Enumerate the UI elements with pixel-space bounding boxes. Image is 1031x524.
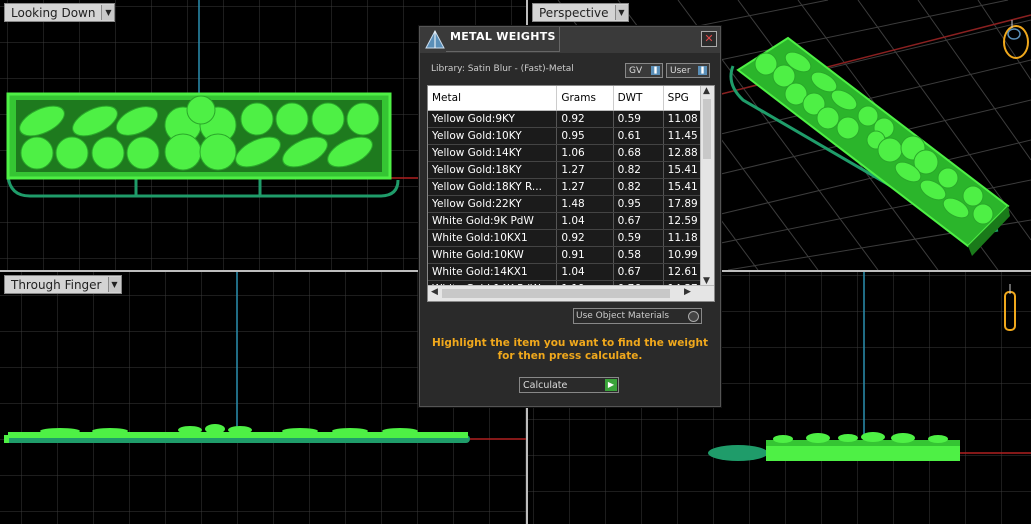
dialog-titlebar[interactable]: METAL WEIGHTS ✕ [420, 27, 720, 53]
view-label: Through Finger [11, 277, 102, 292]
table-row[interactable]: Yellow Gold:18KY R... 1.27 0.82 15.41 [428, 178, 714, 196]
dwt-cell: 0.67 [613, 212, 664, 230]
grams-cell: 1.27 [556, 178, 614, 196]
table-row[interactable]: Yellow Gold:18KY 1.27 0.82 15.41 [428, 161, 714, 179]
grams-cell: 1.48 [556, 195, 614, 213]
grams-cell: 0.95 [556, 127, 614, 145]
table-row[interactable]: Yellow Gold:14KY 1.06 0.68 12.88 [428, 144, 714, 162]
grams-cell: 1.06 [556, 144, 614, 162]
chevron-down-icon[interactable]: ▼ [107, 277, 121, 292]
view-dropdown-through-finger[interactable]: Through Finger ▼ [4, 275, 122, 294]
grams-cell: 0.92 [556, 110, 614, 128]
dwt-cell: 0.67 [613, 263, 664, 281]
metal-table[interactable]: Metal Grams DWT SPG Yellow Gold:9KY 0.92 0… [427, 85, 715, 302]
metal-cell: White Gold:10KX1 [428, 229, 558, 247]
metal-cell: Yellow Gold:22KY [428, 195, 558, 213]
dwt-cell: 0.68 [613, 144, 664, 162]
scroll-right-icon[interactable]: ▶ [684, 287, 691, 297]
scroll-thumb[interactable] [703, 99, 711, 159]
table-row[interactable]: Yellow Gold:22KY 1.48 0.95 17.89 [428, 195, 714, 213]
scroll-left-icon[interactable]: ◀ [431, 287, 438, 297]
table-row[interactable]: White Gold:10KX1 0.92 0.59 11.18 [428, 229, 714, 247]
use-object-materials-toggle[interactable]: Use Object Materials [573, 308, 702, 324]
dwt-cell: 0.82 [613, 178, 664, 196]
dwt-cell: 0.61 [613, 127, 664, 145]
column-header-metal[interactable]: Metal [428, 86, 558, 111]
metal-cell: White Gold:14KX1 [428, 263, 558, 281]
scroll-thumb[interactable] [442, 289, 670, 298]
vertical-scrollbar[interactable]: ▲ ▼ [700, 86, 714, 286]
dwt-cell: 0.95 [613, 195, 664, 213]
library-label: Library: Satin Blur - (Fast)-Metal [431, 64, 574, 74]
dialog-title: METAL WEIGHTS [450, 30, 556, 43]
metal-cell: Yellow Gold:18KY R... [428, 178, 558, 196]
grams-cell: 0.91 [556, 246, 614, 264]
toggle-icon: ❚ [698, 66, 707, 75]
radio-icon [688, 311, 699, 322]
gv-label: GV [629, 65, 643, 76]
gv-toggle[interactable]: GV ❚ [625, 63, 663, 78]
scroll-up-icon[interactable]: ▲ [703, 86, 710, 96]
metal-cell: Yellow Gold:9KY [428, 110, 558, 128]
close-button[interactable]: ✕ [701, 31, 717, 47]
view-dropdown-looking-down[interactable]: Looking Down ▼ [4, 3, 116, 22]
metal-cell: Yellow Gold:14KY [428, 144, 558, 162]
grams-cell: 1.27 [556, 161, 614, 179]
grams-cell: 0.92 [556, 229, 614, 247]
hint-text: Highlight the item you want to find the … [432, 337, 708, 362]
view-label: Looking Down [11, 5, 96, 20]
table-header-row: Metal Grams DWT SPG [428, 86, 714, 111]
metal-cell: White Gold:9K PdW [428, 212, 558, 230]
close-icon: ✕ [704, 32, 714, 45]
metal-weights-dialog: METAL WEIGHTS ✕ Library: Satin Blur - (F… [419, 26, 721, 407]
chevron-down-icon[interactable]: ▼ [101, 5, 115, 20]
calculate-label: Calculate [523, 379, 568, 391]
table-row[interactable]: Yellow Gold:10KY 0.95 0.61 11.45 [428, 127, 714, 145]
table-row[interactable]: White Gold:10KW 0.91 0.58 10.99 [428, 246, 714, 264]
chevron-down-icon[interactable]: ▼ [614, 5, 628, 20]
metal-cell: Yellow Gold:18KY [428, 161, 558, 179]
column-header-dwt[interactable]: DWT [613, 86, 664, 111]
toggle-icon: ❚ [651, 66, 660, 75]
user-label: User [670, 65, 691, 76]
metal-cell: White Gold:10KW [428, 246, 558, 264]
app-logo-icon [425, 29, 445, 49]
table-row[interactable]: Yellow Gold:9KY 0.92 0.59 11.08 [428, 110, 714, 128]
table-row[interactable]: White Gold:14KX1 1.04 0.67 12.61 [428, 263, 714, 281]
view-label: Perspective [539, 5, 609, 20]
play-icon: ▶ [605, 379, 617, 391]
use-object-materials-label: Use Object Materials [576, 311, 670, 321]
grams-cell: 1.04 [556, 212, 614, 230]
table-row[interactable]: White Gold:9K PdW 1.04 0.67 12.59 [428, 212, 714, 230]
calculate-button[interactable]: Calculate ▶ [519, 377, 619, 393]
dwt-cell: 0.58 [613, 246, 664, 264]
dwt-cell: 0.82 [613, 161, 664, 179]
dwt-cell: 0.59 [613, 110, 664, 128]
user-toggle[interactable]: User ❚ [666, 63, 710, 78]
view-dropdown-perspective[interactable]: Perspective ▼ [532, 3, 629, 22]
horizontal-scrollbar[interactable]: ◀ ▶ [428, 285, 714, 301]
grams-cell: 1.04 [556, 263, 614, 281]
column-header-grams[interactable]: Grams [556, 86, 614, 111]
dwt-cell: 0.59 [613, 229, 664, 247]
metal-cell: Yellow Gold:10KY [428, 127, 558, 145]
